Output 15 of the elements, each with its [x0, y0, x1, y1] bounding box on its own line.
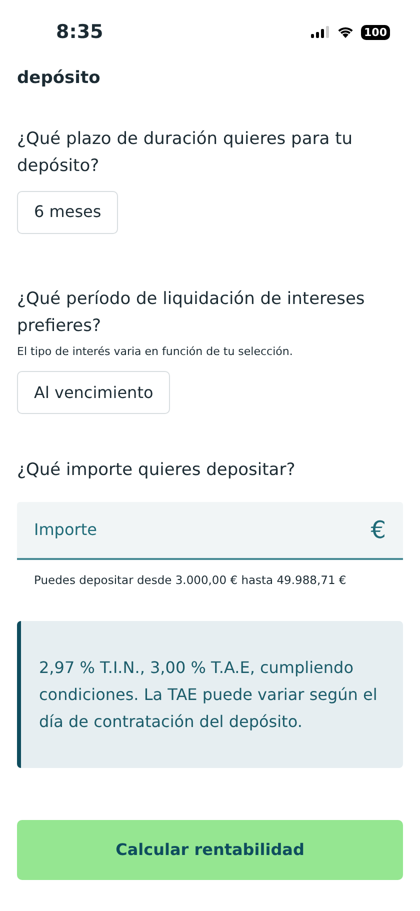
status-time: 8:35	[56, 20, 104, 45]
wifi-icon	[337, 26, 354, 38]
page-title: depósito	[17, 67, 102, 90]
option-button[interactable]: Al vencimiento	[17, 371, 170, 414]
helper-text: Puedes depositar desde 3.000,00 € hasta 49.988,71 €	[33, 572, 348, 588]
hint-text: El tipo de interés varia en función de tu selección.	[17, 344, 294, 360]
euro-icon: €	[370, 514, 386, 546]
info-text: 2,97 % T.I.N., 3,00 % T.A.E, cumpliendo condiciones. La TAE puede variar según el día de contratación del depósito.	[39, 656, 378, 733]
option-button[interactable]: 6 meses	[17, 190, 118, 234]
question-text: ¿Qué importe quieres depositar?	[17, 459, 296, 482]
signal-icon	[311, 26, 330, 38]
calculate-button[interactable]: Calcular rentabilidad	[17, 820, 403, 880]
battery-indicator: 100	[361, 24, 390, 40]
question-text: ¿Qué período de liquidación de intereses prefieres?	[17, 288, 366, 338]
question-text: ¿Qué plazo de duración quieres para tu depósito?	[17, 128, 354, 178]
